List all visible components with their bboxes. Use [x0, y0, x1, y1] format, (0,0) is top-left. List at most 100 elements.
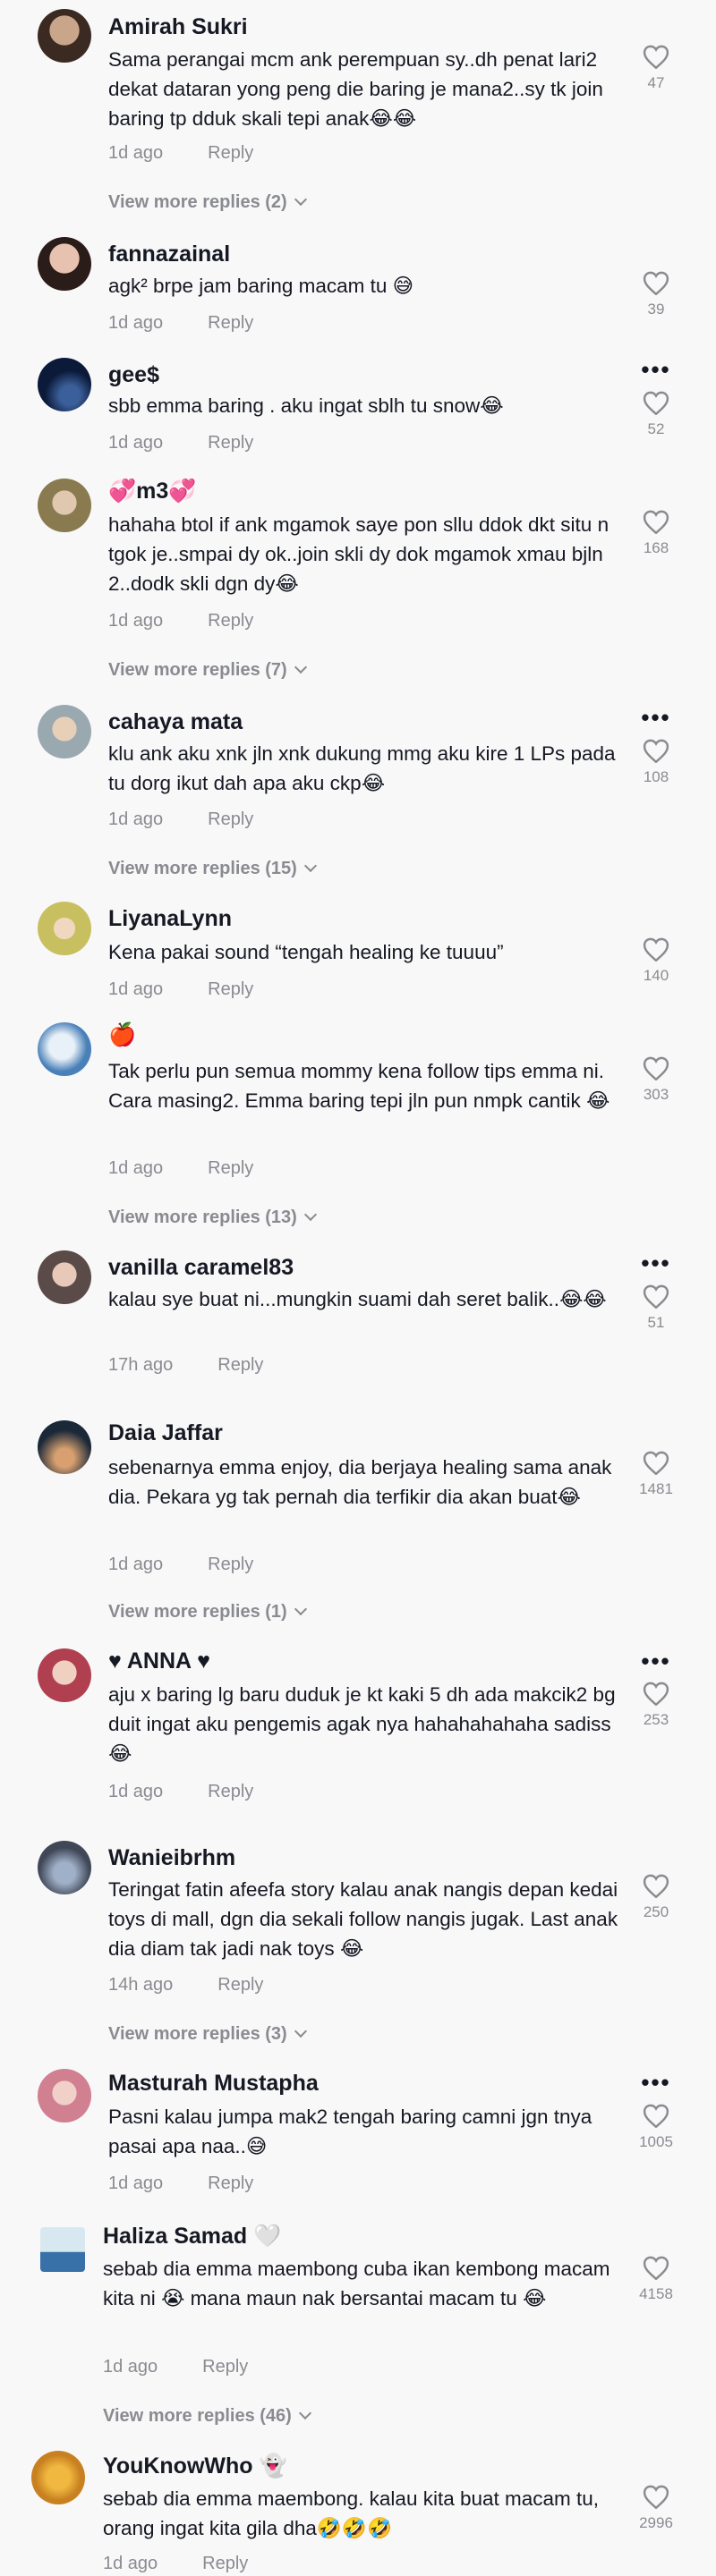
more-options-icon[interactable]: •••	[638, 1251, 674, 1275]
comment-username[interactable]: Amirah Sukri	[108, 14, 248, 40]
reply-button[interactable]: Reply	[202, 2554, 248, 2573]
like-button[interactable]: 140	[638, 937, 674, 985]
view-replies-button[interactable]: View more replies (7)	[108, 660, 307, 681]
comment-username[interactable]: ♥ ANNA ♥	[108, 1648, 210, 1674]
reply-button[interactable]: Reply	[202, 2357, 248, 2377]
avatar[interactable]	[38, 9, 91, 63]
view-replies-button[interactable]: View more replies (13)	[108, 1208, 317, 1228]
comment-meta: 1d ago Reply	[108, 2174, 253, 2194]
comment-username[interactable]: Daia Jaffar	[108, 1420, 223, 1446]
like-button[interactable]: 4158	[638, 2256, 674, 2303]
like-button[interactable]: 39	[638, 271, 674, 318]
more-options-icon[interactable]: •••	[638, 1649, 674, 1673]
view-replies-button[interactable]: View more replies (1)	[108, 1602, 307, 1623]
comment-text: Sama perangai mcm ank perempuan sy..dh p…	[108, 48, 603, 130]
avatar[interactable]	[40, 2227, 85, 2272]
like-button[interactable]: 253	[638, 1682, 674, 1729]
view-replies-button[interactable]: View more replies (2)	[108, 192, 307, 213]
comment-time: 1d ago	[108, 979, 164, 999]
heart-outline-icon	[643, 510, 669, 534]
heart-outline-icon	[643, 2104, 669, 2128]
comment-meta: 1d ago Reply	[103, 2357, 248, 2377]
comment-username[interactable]: gee$	[108, 362, 159, 388]
like-button[interactable]: 47	[638, 45, 674, 92]
heart-outline-icon	[643, 1284, 669, 1309]
avatar[interactable]	[38, 358, 91, 411]
like-button[interactable]: 1005	[638, 2104, 674, 2151]
avatar[interactable]	[38, 479, 91, 532]
avatar[interactable]	[38, 902, 91, 955]
heart-outline-icon	[643, 2485, 669, 2509]
like-count: 2996	[639, 2514, 673, 2531]
like-button[interactable]: 51	[638, 1284, 674, 1332]
like-count: 4158	[639, 2285, 673, 2302]
like-button[interactable]: 250	[638, 1874, 674, 1921]
reply-button[interactable]: Reply	[208, 611, 253, 631]
like-count: 108	[643, 768, 669, 785]
comment-time: 1d ago	[103, 2554, 158, 2573]
more-options-icon[interactable]: •••	[638, 358, 674, 381]
view-replies-button[interactable]: View more replies (3)	[108, 2024, 307, 2045]
comment-username[interactable]: cahaya mata	[108, 709, 243, 735]
more-options-icon[interactable]: •••	[638, 2071, 674, 2094]
avatar[interactable]	[38, 2069, 91, 2123]
comment-username[interactable]: fannazainal	[108, 242, 230, 267]
comment-text: Teringat fatin afeefa story kalau anak n…	[108, 1878, 618, 1960]
reply-button[interactable]: Reply	[208, 433, 253, 453]
avatar[interactable]	[38, 1841, 91, 1894]
more-options-icon[interactable]: •••	[638, 706, 674, 729]
reply-button[interactable]: Reply	[208, 2174, 253, 2193]
like-count: 1481	[639, 1480, 673, 1497]
reply-button[interactable]: Reply	[208, 979, 253, 999]
comment-username[interactable]: vanilla caramel83	[108, 1255, 294, 1281]
like-button[interactable]: 2996	[638, 2485, 674, 2532]
avatar[interactable]	[31, 2451, 85, 2504]
view-replies-button[interactable]: View more replies (15)	[108, 859, 317, 879]
like-button[interactable]: 1481	[638, 1451, 674, 1498]
reply-button[interactable]: Reply	[208, 1555, 253, 1574]
comment-text: sebab dia emma maembong. kalau kita buat…	[103, 2487, 600, 2539]
comment-time: 1d ago	[108, 1555, 164, 1574]
avatar[interactable]	[38, 1022, 91, 1076]
reply-button[interactable]: Reply	[208, 1158, 253, 1178]
comment-text: aju x baring lg baru duduk je kt kaki 5 …	[108, 1683, 616, 1765]
like-button[interactable]: 303	[638, 1056, 674, 1104]
comment-username[interactable]: Masturah Mustapha	[108, 2071, 319, 2097]
comment-text: hahaha btol if ank mgamok saye pon sllu …	[108, 513, 609, 595]
comment-username[interactable]: LiyanaLynn	[108, 906, 232, 932]
avatar[interactable]	[38, 1648, 91, 1702]
avatar[interactable]	[38, 237, 91, 291]
comment-time: 1d ago	[108, 1782, 164, 1801]
chevron-down-icon	[303, 859, 317, 873]
reply-button[interactable]: Reply	[208, 1782, 253, 1801]
like-button[interactable]: 52	[638, 391, 674, 438]
reply-button[interactable]: Reply	[208, 313, 253, 333]
like-button[interactable]: 168	[638, 510, 674, 557]
heart-outline-icon	[643, 1874, 669, 1898]
comment-meta: 14h ago Reply	[108, 1975, 263, 1996]
heart-outline-icon	[643, 45, 669, 69]
like-count: 250	[643, 1903, 669, 1920]
like-count: 140	[643, 967, 669, 984]
reply-button[interactable]: Reply	[208, 143, 253, 163]
comment-username[interactable]: Wanieibrhm	[108, 1845, 235, 1871]
comment-time: 1d ago	[108, 809, 164, 829]
comment-meta: 17h ago Reply	[108, 1355, 263, 1376]
comment-username[interactable]: YouKnowWho 👻	[103, 2453, 287, 2479]
avatar[interactable]	[38, 1250, 91, 1304]
comment-text: agk² brpe jam baring macam tu 😅	[108, 275, 414, 297]
avatar[interactable]	[38, 705, 91, 758]
like-button[interactable]: 108	[638, 739, 674, 786]
comment-meta: 1d ago Reply	[108, 143, 253, 164]
reply-button[interactable]: Reply	[208, 809, 253, 829]
comment-username[interactable]: Haliza Samad 🤍	[103, 2224, 281, 2250]
comment-username[interactable]: 💞m3💞	[108, 479, 196, 504]
view-replies-label: View more replies (15)	[108, 859, 297, 878]
comment-username[interactable]: 🍎	[108, 1022, 136, 1048]
reply-button[interactable]: Reply	[217, 1355, 263, 1375]
comment-time: 1d ago	[108, 2174, 164, 2193]
like-count: 253	[643, 1711, 669, 1728]
avatar[interactable]	[38, 1420, 91, 1474]
reply-button[interactable]: Reply	[217, 1975, 263, 1995]
view-replies-button[interactable]: View more replies (46)	[103, 2406, 311, 2427]
